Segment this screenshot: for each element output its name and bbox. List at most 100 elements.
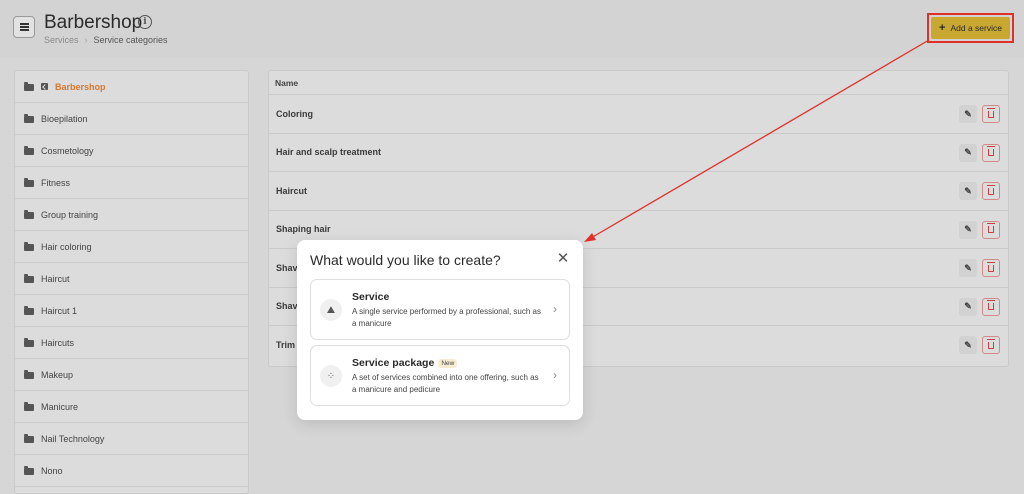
sidebar-item-group-training[interactable]: Group training xyxy=(15,199,248,231)
edit-button[interactable]: ✎ xyxy=(959,182,977,200)
row-name: Hair and scalp treatment xyxy=(276,147,382,158)
sidebar-item-label: Haircut xyxy=(41,273,70,284)
option-service-package[interactable]: ⁘ Service package New A set of services … xyxy=(310,345,570,406)
menu-toggle-button[interactable] xyxy=(13,16,35,38)
edit-button[interactable]: ✎ xyxy=(959,297,977,316)
sidebar-item-label: Cosmetology xyxy=(41,145,94,156)
trash-icon xyxy=(987,261,995,272)
trash-icon xyxy=(987,146,995,156)
breadcrumb: Services › Service categories xyxy=(44,35,168,45)
close-icon[interactable]: ✕ xyxy=(556,251,570,266)
sidebar-item-label: Makeup xyxy=(41,369,74,380)
row-name: Haircut xyxy=(276,185,308,196)
folder-icon xyxy=(24,305,34,315)
table-row[interactable]: Haircut ✎ xyxy=(269,172,1008,211)
plus-icon: + xyxy=(939,22,946,34)
info-icon[interactable]: i xyxy=(138,15,152,29)
folder-icon xyxy=(24,81,34,91)
folder-icon xyxy=(24,241,34,251)
option-service[interactable]: ⛰ Service A single service performed by … xyxy=(310,279,570,340)
sidebar-item-haircut-1[interactable]: Haircut 1 xyxy=(15,295,248,327)
trash-icon xyxy=(987,338,995,349)
sidebar-item-label: Nail Technology xyxy=(41,433,105,444)
sidebar-item-label: Hair coloring xyxy=(41,241,92,252)
table-row[interactable]: Coloring ✎ xyxy=(269,95,1008,134)
sidebar-item-label: Fitness xyxy=(41,177,71,188)
sidebar-item-label: Haircut 1 xyxy=(41,305,78,316)
option-title: Service xyxy=(352,291,389,303)
pencil-icon: ✎ xyxy=(964,339,972,350)
add-service-button[interactable]: + Add a service xyxy=(931,17,1010,39)
trash-icon xyxy=(987,300,995,310)
sidebar-item-manicure[interactable]: Manicure xyxy=(15,391,248,423)
folder-icon xyxy=(24,337,34,347)
option-title: Service package New xyxy=(352,357,458,369)
sidebar-item-haircut[interactable]: Haircut xyxy=(15,263,248,295)
sidebar-item-barbershop[interactable]: Barbershop xyxy=(15,71,248,103)
sidebar-item-label: Manicure xyxy=(41,401,79,412)
delete-button[interactable] xyxy=(982,336,1000,354)
delete-button[interactable] xyxy=(982,143,1000,162)
collapse-icon[interactable] xyxy=(41,83,48,90)
folder-icon xyxy=(24,433,34,443)
edit-button[interactable]: ✎ xyxy=(959,143,977,162)
add-service-label: Add a service xyxy=(950,23,1002,33)
option-description: A set of services combined into one offe… xyxy=(352,373,539,394)
delete-button[interactable] xyxy=(982,297,1000,316)
category-sidebar: Barbershop Bioepilation Cosmetology Fitn… xyxy=(14,70,249,494)
dialog-title: What would you like to create? xyxy=(310,252,501,268)
sidebar-item-nail-technology[interactable]: Nail Technology xyxy=(15,423,248,455)
row-name: Shav xyxy=(276,262,298,273)
folder-icon xyxy=(24,369,34,379)
chevron-right-icon: › xyxy=(553,368,557,382)
pencil-icon: ✎ xyxy=(964,108,972,119)
sidebar-item-hair-coloring[interactable]: Hair coloring xyxy=(15,231,248,263)
page-title: Barbershop xyxy=(44,12,143,33)
option-title-text: Service xyxy=(352,291,390,303)
sidebar-item-fitness[interactable]: Fitness xyxy=(15,167,248,199)
edit-button[interactable]: ✎ xyxy=(959,336,977,354)
edit-button[interactable]: ✎ xyxy=(959,220,977,239)
breadcrumb-service-categories: Service categories xyxy=(93,35,168,45)
column-header-name: Name xyxy=(269,71,1008,95)
option-title-text: Service package xyxy=(352,357,435,369)
sidebar-item-haircuts[interactable]: Haircuts xyxy=(15,327,248,359)
sidebar-item-label: Haircuts xyxy=(41,337,75,348)
breadcrumb-services[interactable]: Services xyxy=(44,35,79,45)
folder-icon xyxy=(24,145,34,155)
trash-icon xyxy=(987,107,995,118)
sidebar-item-label: Barbershop xyxy=(55,81,106,92)
trash-icon xyxy=(987,184,995,195)
delete-button[interactable] xyxy=(982,259,1000,277)
sidebar-item-nono[interactable]: Nono xyxy=(15,455,248,487)
new-badge: New xyxy=(438,358,458,368)
sidebar-item-bioepilation[interactable]: Bioepilation xyxy=(15,103,248,135)
folder-icon xyxy=(24,465,34,475)
delete-button[interactable] xyxy=(982,105,1000,123)
pencil-icon: ✎ xyxy=(964,185,972,196)
add-service-highlight: + Add a service xyxy=(927,13,1014,43)
row-name: Coloring xyxy=(276,108,313,119)
sidebar-item-cosmetology[interactable]: Cosmetology xyxy=(15,135,248,167)
folder-icon xyxy=(24,209,34,219)
delete-button[interactable] xyxy=(982,220,1000,239)
package-grid-icon: ⁘ xyxy=(320,365,342,387)
sidebar-item-makeup[interactable]: Makeup xyxy=(15,359,248,391)
breadcrumb-separator-icon: › xyxy=(84,35,88,45)
folder-icon xyxy=(24,401,34,411)
folder-icon xyxy=(24,177,34,187)
create-dialog: What would you like to create? ✕ ⛰ Servi… xyxy=(297,240,583,420)
edit-button[interactable]: ✎ xyxy=(959,259,977,277)
pencil-icon: ✎ xyxy=(964,224,972,234)
delete-button[interactable] xyxy=(982,182,1000,200)
page-header: Barbershop i Services › Service categori… xyxy=(0,0,1024,58)
service-bell-icon: ⛰ xyxy=(320,299,342,321)
sidebar-item-label: Bioepilation xyxy=(41,113,88,124)
table-row[interactable]: Hair and scalp treatment ✎ xyxy=(269,134,1008,172)
chevron-right-icon: › xyxy=(553,302,557,316)
hamburger-icon xyxy=(19,23,29,31)
edit-button[interactable]: ✎ xyxy=(959,105,977,123)
folder-icon xyxy=(24,113,34,123)
row-name: Trim xyxy=(276,340,296,351)
pencil-icon: ✎ xyxy=(964,147,972,157)
